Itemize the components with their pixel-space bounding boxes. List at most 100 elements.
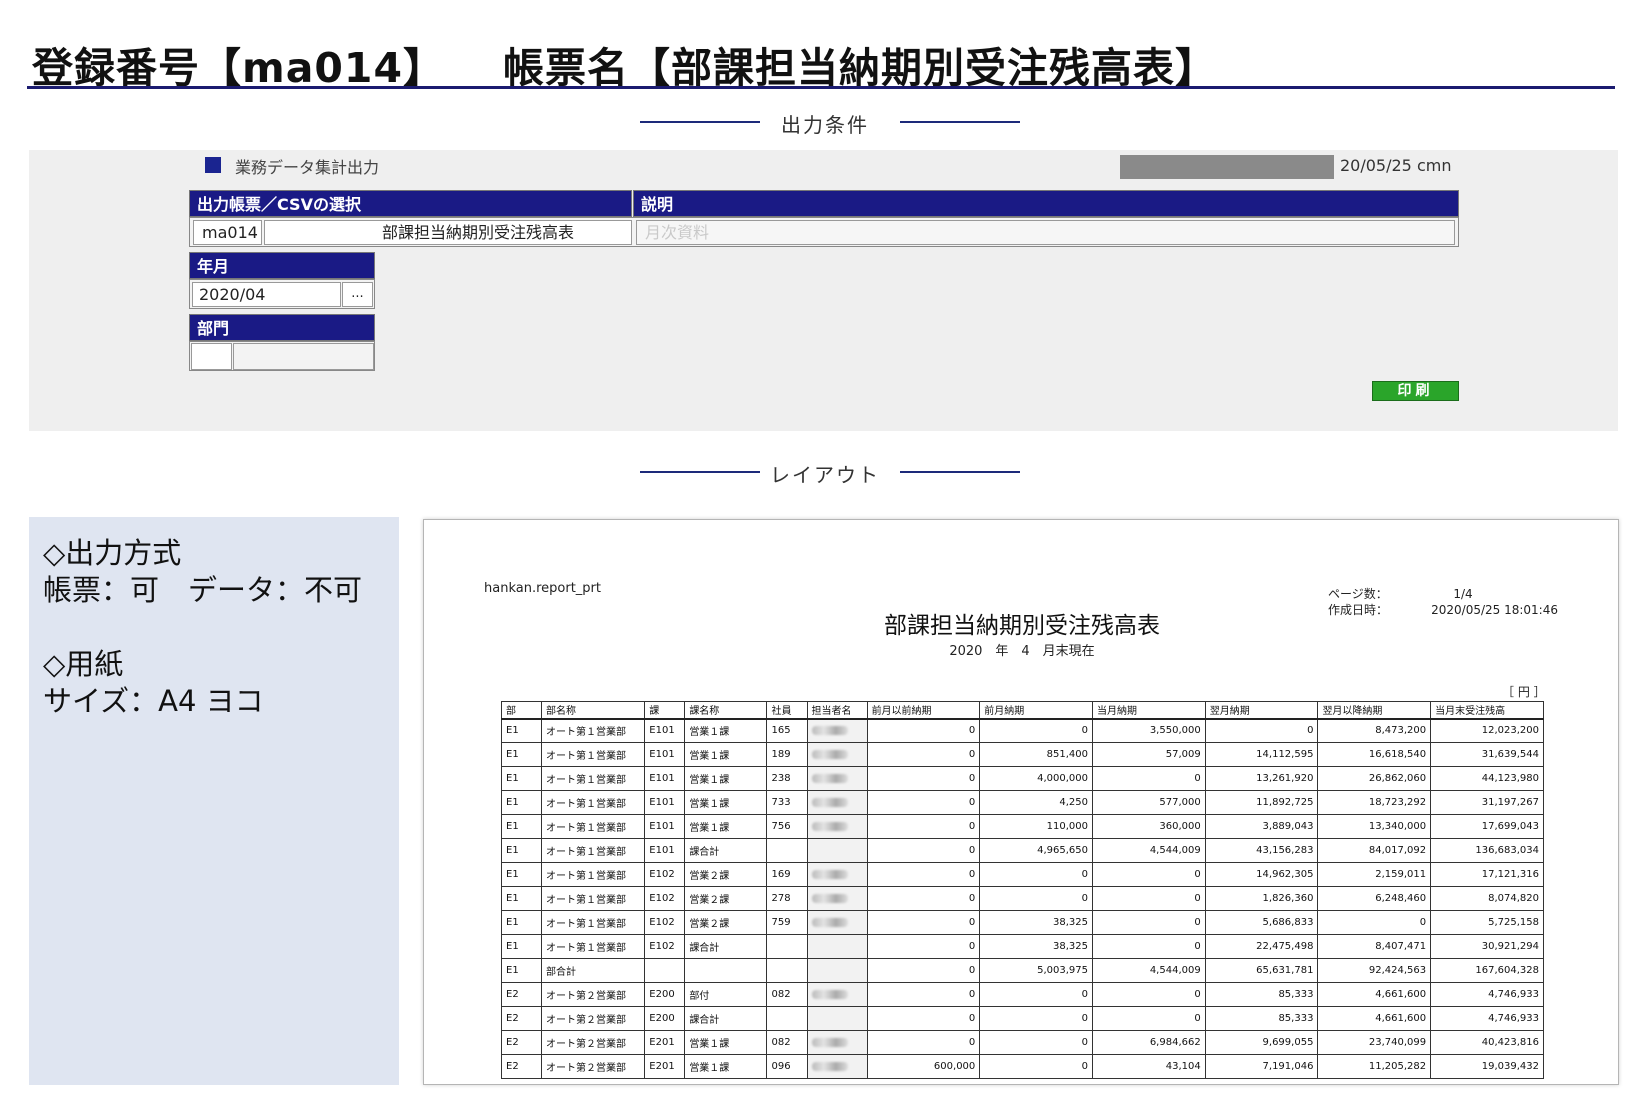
staff-name-redacted [806, 718, 868, 743]
report-code-field[interactable]: ma014 [193, 220, 262, 245]
staff-name-redacted [806, 934, 868, 959]
yearmonth-picker-button[interactable]: ... [342, 282, 373, 307]
table-cell: E1 [500, 838, 543, 863]
table-row: E1 オート第１営業部 E102 営業２課 169 0 0 0 14,962,305 2,159,… [500, 862, 1544, 887]
registration-number: 登録番号【ma014】 [32, 44, 445, 92]
yearmonth-input[interactable]: 2020/04 [192, 282, 341, 307]
table-cell: 営業２課 [684, 862, 768, 887]
table-cell: 1,826,360 [1204, 886, 1319, 911]
table-cell: E200 [644, 1006, 686, 1031]
table-cell: 577,000 [1092, 790, 1206, 815]
staff-name-redacted [806, 1030, 868, 1055]
conditions-section-header: 出力条件 [0, 109, 1642, 137]
table-cell: 17,699,043 [1430, 814, 1544, 839]
table-row: E1 オート第１営業部 E101 営業１課 238 0 4,000,000 0 13,261,9… [500, 766, 1544, 791]
column-header: 当月末受注残高 [1430, 701, 1544, 720]
table-cell: E102 [644, 886, 686, 911]
column-header: 部 [500, 701, 543, 720]
table-cell: 18,723,292 [1317, 790, 1432, 815]
staff-name-redacted [806, 838, 868, 863]
layout-section-header: レイアウト [0, 459, 1642, 487]
divider [900, 121, 1020, 123]
redaction-blur [811, 821, 848, 831]
report-title: 部課担当納期別受注残高表 [884, 613, 1160, 639]
table-row: E2 オート第２営業部 E200 部付 082 0 0 0 85,333 4,661,600 4,7… [500, 982, 1544, 1007]
table-cell: 8,407,471 [1317, 934, 1432, 959]
table-cell: 278 [766, 886, 808, 911]
table-cell: 0 [866, 790, 981, 815]
table-cell: 14,962,305 [1204, 862, 1319, 887]
table-cell: 0 [979, 1054, 1093, 1079]
table-cell: 0 [866, 766, 981, 791]
department-code-input[interactable] [191, 343, 232, 370]
table-cell: E102 [644, 910, 686, 935]
table-cell: E1 [500, 790, 543, 815]
square-marker-icon [205, 157, 221, 173]
table-cell: E201 [644, 1030, 686, 1055]
redaction-blur [811, 917, 848, 927]
divider [640, 471, 760, 473]
staff-name-redacted [806, 958, 868, 983]
table-cell: 082 [766, 982, 808, 1007]
column-header: 当月納期 [1092, 701, 1206, 720]
table-cell: E1 [500, 958, 543, 983]
table-cell: E1 [500, 718, 543, 743]
table-cell: 0 [866, 934, 981, 959]
column-header: 前月納期 [979, 701, 1093, 720]
table-cell: 8,473,200 [1317, 718, 1432, 743]
table-cell: 38,325 [979, 910, 1093, 935]
table-cell: E2 [500, 1006, 543, 1031]
table-row: E1 オート第１営業部 E101 営業１課 165 0 0 3,550,000 0 8,473,2… [500, 718, 1544, 743]
table-cell: 0 [1092, 766, 1206, 791]
department-header: 部門 [189, 314, 375, 341]
table-cell: 43,156,283 [1204, 838, 1319, 863]
table-cell: オート第１営業部 [541, 862, 646, 887]
table-cell: 4,250 [979, 790, 1093, 815]
table-cell: 0 [866, 910, 981, 935]
staff-name-redacted [806, 910, 868, 935]
column-header: 翌月納期 [1204, 701, 1319, 720]
table-cell: オート第１営業部 [541, 886, 646, 911]
table-cell: 0 [866, 862, 981, 887]
column-header: 翌月以降納期 [1317, 701, 1432, 720]
layout-section-title: レイアウト [770, 463, 880, 487]
table-cell: 31,197,267 [1430, 790, 1544, 815]
redaction-blur [811, 989, 848, 999]
table-cell: E102 [644, 934, 686, 959]
table-cell: 0 [866, 814, 981, 839]
table-cell: E1 [500, 886, 543, 911]
print-button[interactable]: 印刷 [1372, 381, 1459, 401]
table-cell: E101 [644, 766, 686, 791]
table-cell: 4,661,600 [1317, 982, 1432, 1007]
table-cell: 0 [1092, 886, 1206, 911]
table-cell: 733 [766, 790, 808, 815]
table-cell: 11,205,282 [1317, 1054, 1432, 1079]
report-name-field[interactable]: 部課担当納期別受注残高表 [264, 220, 632, 245]
table-cell: オート第１営業部 [541, 766, 646, 791]
table-cell: オート第１営業部 [541, 838, 646, 863]
table-cell: E201 [644, 1054, 686, 1079]
table-row: E1 オート第１営業部 E102 課合計 0 38,325 0 22,475,498 8,407… [500, 934, 1544, 959]
table-cell: 部合計 [541, 958, 646, 983]
column-header: 前月以前納期 [866, 701, 981, 720]
table-cell: 4,661,600 [1317, 1006, 1432, 1031]
table-cell: 0 [866, 982, 981, 1007]
redaction-blur [811, 1061, 848, 1071]
table-cell: 0 [979, 862, 1093, 887]
table-cell: 営業２課 [684, 910, 768, 935]
table-cell: 2,159,011 [1317, 862, 1432, 887]
page-title: 登録番号【ma014】 帳票名【部課担当納期別受注残高表】 [32, 34, 1217, 94]
table-cell: 3,550,000 [1092, 718, 1206, 743]
table-cell: 8,074,820 [1430, 886, 1544, 911]
staff-name-redacted [806, 886, 868, 911]
table-cell: E102 [644, 862, 686, 887]
report-subtitle: 2020 年 4 月末現在 [949, 644, 1095, 659]
redaction-blur [811, 1037, 848, 1047]
table-cell: 4,544,009 [1092, 838, 1206, 863]
table-row: E2 オート第２営業部 E201 営業１課 082 0 0 6,984,662 9,699,05… [500, 1030, 1544, 1055]
table-cell: 6,984,662 [1092, 1030, 1206, 1055]
redaction-blur [811, 773, 848, 783]
staff-name-redacted [806, 1006, 868, 1031]
table-cell: 167,604,328 [1430, 958, 1544, 983]
column-header: 課 [644, 701, 686, 720]
